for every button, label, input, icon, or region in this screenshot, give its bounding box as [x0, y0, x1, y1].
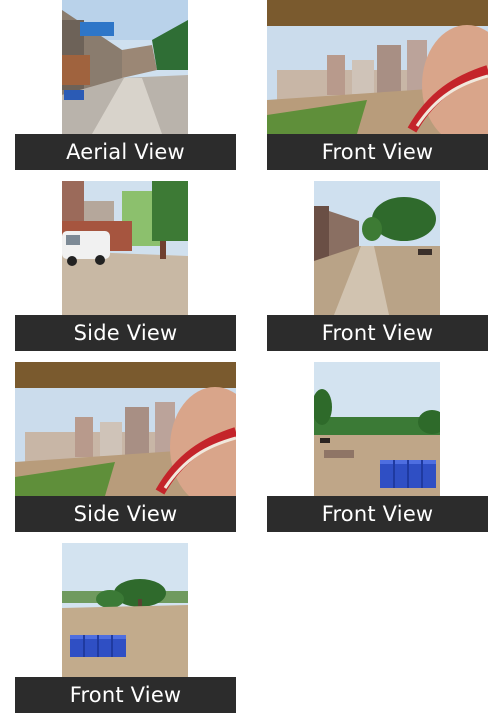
photo-card-front-view-4[interactable]: Front View	[15, 543, 236, 713]
field-photo	[267, 0, 488, 134]
road-photo	[314, 181, 440, 315]
photo-card-side-view-1[interactable]: Side View	[15, 181, 236, 351]
street-photo	[62, 0, 188, 134]
open-ground-photo	[314, 362, 440, 496]
photo-card-front-view-1[interactable]: Front View	[267, 0, 488, 170]
caption-label: Side View	[15, 315, 236, 351]
caption-label: Side View	[15, 496, 236, 532]
photo-card-side-view-2[interactable]: Side View	[15, 362, 236, 532]
caption-label: Aerial View	[15, 134, 236, 170]
tree-field-photo	[62, 543, 188, 677]
caption-label: Front View	[267, 134, 488, 170]
photo-card-front-view-2[interactable]: Front View	[267, 181, 488, 351]
caption-label: Front View	[267, 496, 488, 532]
lane-photo	[62, 181, 188, 315]
caption-label: Front View	[267, 315, 488, 351]
photo-card-front-view-3[interactable]: Front View	[267, 362, 488, 532]
field-photo	[15, 362, 236, 496]
caption-label: Front View	[15, 677, 236, 713]
photo-card-aerial-view[interactable]: Aerial View	[15, 0, 236, 170]
